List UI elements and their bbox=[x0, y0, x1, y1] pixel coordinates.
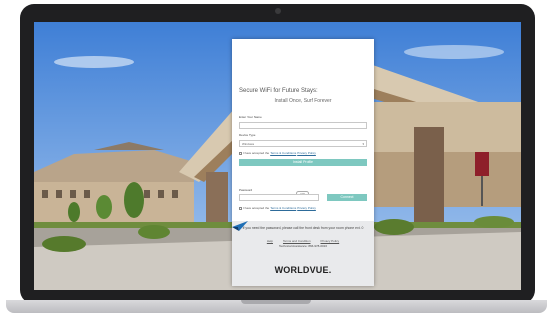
webcam-icon bbox=[275, 8, 281, 14]
device-type-label: Device Type bbox=[239, 133, 256, 137]
footer-links: Help Terms and Condition Privacy Policy bbox=[232, 239, 374, 243]
chevron-down-icon: ▾ bbox=[362, 142, 364, 146]
terms-checkbox-2[interactable] bbox=[239, 206, 242, 210]
password-footnote: If you need the password, please call th… bbox=[242, 226, 364, 230]
help-link[interactable]: Help bbox=[267, 239, 273, 243]
terms-link[interactable]: Terms & Conditions bbox=[270, 151, 296, 155]
screen: Secure WiFi for Future Stays: Install On… bbox=[34, 22, 521, 290]
password-input[interactable] bbox=[239, 194, 319, 201]
portal-footer: If you need the password, please call th… bbox=[232, 221, 374, 286]
portal-heading: Secure WiFi for Future Stays: bbox=[239, 88, 318, 94]
terms-checkbox[interactable] bbox=[239, 151, 242, 155]
worldvue-logo-text: WORLDVUE. bbox=[274, 265, 332, 275]
terms-checkbox-row[interactable]: I have accepted the Terms & Conditions P… bbox=[239, 151, 316, 155]
name-input[interactable] bbox=[239, 122, 367, 129]
device-type-select[interactable]: Windows ▾ bbox=[239, 140, 367, 147]
password-label: Password bbox=[239, 188, 253, 192]
terms-prefix: I have accepted the bbox=[243, 151, 270, 155]
terms-link-2[interactable]: Terms & Conditions bbox=[270, 206, 296, 210]
worldvue-logo-icon bbox=[232, 221, 248, 231]
privacy-link[interactable]: Privacy Policy bbox=[297, 151, 316, 155]
connect-button[interactable]: Connect bbox=[327, 194, 367, 201]
portal-subheading: Install Once, Surf Forever bbox=[274, 98, 332, 104]
wifi-portal-panel: Secure WiFi for Future Stays: Install On… bbox=[232, 39, 374, 286]
privacy-link-2[interactable]: Privacy Policy bbox=[297, 206, 316, 210]
tech-support-text: Technical Assistance: 866-978-0016 bbox=[278, 244, 328, 248]
install-profile-button[interactable]: Install Profile bbox=[239, 159, 367, 166]
laptop-notch bbox=[241, 300, 311, 304]
device-type-value: Windows bbox=[242, 142, 255, 146]
name-label: Enter Your Name bbox=[239, 115, 262, 119]
terms-prefix-2: I have accepted the bbox=[243, 206, 270, 210]
terms-footer-link[interactable]: Terms and Condition bbox=[283, 239, 311, 243]
privacy-footer-link[interactable]: Privacy Policy bbox=[321, 239, 340, 243]
terms-checkbox-row-2[interactable]: I have accepted the Terms & Conditions P… bbox=[239, 206, 316, 210]
laptop-mockup: Secure WiFi for Future Stays: Install On… bbox=[0, 0, 553, 316]
